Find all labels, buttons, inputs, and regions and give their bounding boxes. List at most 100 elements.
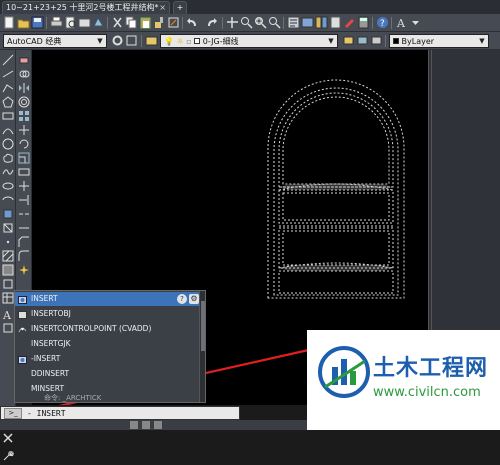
zoom-window-icon[interactable]	[254, 16, 267, 29]
new-tab-button[interactable]: +	[173, 1, 187, 14]
cut-icon[interactable]	[111, 16, 124, 29]
copy-icon[interactable]	[125, 16, 138, 29]
save-icon[interactable]	[31, 16, 44, 29]
layer-previous-icon[interactable]	[356, 34, 369, 47]
insert-block-icon[interactable]	[2, 208, 14, 220]
help-icon[interactable]: ?	[376, 16, 389, 29]
color-select[interactable]: ByLayer ▼	[389, 34, 489, 48]
text-style-icon[interactable]: A	[395, 16, 408, 29]
publish-icon[interactable]	[78, 16, 91, 29]
autocomplete-item[interactable]: DDINSERT	[15, 367, 201, 381]
make-block-icon[interactable]	[2, 222, 14, 234]
plot-icon[interactable]	[50, 16, 63, 29]
revision-cloud-icon[interactable]	[2, 152, 14, 164]
command-input[interactable]: - INSERT	[27, 408, 66, 420]
wrench-icon[interactable]	[2, 450, 14, 462]
layout-tab-icon[interactable]	[142, 421, 150, 429]
ellipse-icon[interactable]	[2, 180, 14, 192]
properties-icon[interactable]	[287, 16, 300, 29]
plot-preview-icon[interactable]	[64, 16, 77, 29]
command-line[interactable]: >_ - INSERT	[0, 406, 240, 420]
zoom-previous-icon[interactable]	[268, 16, 281, 29]
polyline-icon[interactable]	[2, 82, 14, 94]
add-selected-icon[interactable]	[2, 322, 14, 334]
rotate-icon[interactable]	[18, 138, 30, 150]
svg-text:?: ?	[380, 19, 385, 29]
match-properties-icon[interactable]	[153, 16, 166, 29]
autocomplete-scrollbar[interactable]	[199, 291, 205, 402]
trim-icon[interactable]	[18, 180, 30, 192]
ellipse-arc-icon[interactable]	[2, 194, 14, 206]
move-icon[interactable]	[18, 124, 30, 136]
pan-icon[interactable]	[226, 16, 239, 29]
join-icon[interactable]	[18, 222, 30, 234]
construction-line-icon[interactable]	[2, 68, 14, 80]
line-icon[interactable]	[2, 54, 14, 66]
watermark-title: 土木工程网	[373, 356, 489, 381]
calculator-icon[interactable]	[357, 16, 370, 29]
markup-icon[interactable]	[343, 16, 356, 29]
autocomplete-item[interactable]: INSERT ? ⚙	[15, 292, 201, 306]
toolbar-separator	[107, 17, 108, 29]
command-prompt-icon[interactable]: >_	[4, 408, 22, 419]
hatch-icon[interactable]	[2, 250, 14, 262]
point-icon[interactable]	[2, 236, 14, 248]
fillet-icon[interactable]	[18, 250, 30, 262]
paste-icon[interactable]	[139, 16, 152, 29]
rectangle-icon[interactable]	[2, 110, 14, 122]
workspace-select[interactable]: AutoCAD 经典 ▼	[3, 34, 107, 48]
open-file-icon[interactable]	[17, 16, 30, 29]
polygon-icon[interactable]	[2, 96, 14, 108]
new-file-icon[interactable]	[3, 16, 16, 29]
layer-select[interactable]: 💡 ☼ ▫ 0-JG-細线 ▼	[160, 34, 338, 48]
redo-icon[interactable]	[205, 16, 218, 29]
explode-icon[interactable]	[18, 264, 30, 276]
region-icon[interactable]	[2, 278, 14, 290]
layer-properties-icon[interactable]	[145, 34, 158, 47]
autocomplete-item[interactable]: INSERTCONTROLPOINT (CVADD)	[15, 322, 201, 336]
document-tab[interactable]: 10~21+23+25 十里河2号楼工程井结构* ×	[2, 1, 170, 14]
layer-state-icon[interactable]	[370, 34, 383, 47]
autocomplete-item[interactable]: -INSERT	[15, 352, 201, 366]
tool-palettes-icon[interactable]	[315, 16, 328, 29]
circle-icon[interactable]	[2, 138, 14, 150]
model-tab-icon[interactable]	[130, 421, 138, 429]
stretch-icon[interactable]	[18, 166, 30, 178]
chevron-down-icon: ▼	[479, 37, 485, 45]
offset-icon[interactable]	[18, 96, 30, 108]
array-icon[interactable]	[18, 110, 30, 122]
customize-icon[interactable]	[125, 34, 138, 47]
document-tab-bar: 10~21+23+25 十里河2号楼工程井结构* × +	[0, 0, 500, 14]
close-command-line-icon[interactable]	[2, 432, 14, 444]
gear-icon[interactable]: ⚙	[189, 294, 199, 304]
erase-icon[interactable]	[18, 54, 30, 66]
close-tab-icon[interactable]: ×	[159, 2, 166, 14]
scrollbar-thumb[interactable]	[201, 301, 205, 351]
3d-dwf-icon[interactable]	[92, 16, 105, 29]
dropdown-arrow-icon[interactable]	[409, 16, 422, 29]
extend-icon[interactable]	[18, 194, 30, 206]
insert-object-icon	[18, 310, 27, 319]
autocomplete-item[interactable]: INSERTGJK	[15, 337, 201, 351]
workspace-settings-icon[interactable]	[111, 34, 124, 47]
zoom-realtime-icon[interactable]	[240, 16, 253, 29]
make-current-layer-icon[interactable]	[342, 34, 355, 47]
break-icon[interactable]	[18, 208, 30, 220]
undo-icon[interactable]	[186, 16, 199, 29]
mirror-icon[interactable]	[18, 82, 30, 94]
sheet-set-icon[interactable]	[329, 16, 342, 29]
chamfer-icon[interactable]	[18, 236, 30, 248]
multiline-text-icon[interactable]: A	[2, 308, 14, 322]
autocomplete-item[interactable]: INSERTOBJ	[15, 307, 201, 321]
spline-icon[interactable]	[2, 166, 14, 178]
arc-icon[interactable]	[2, 124, 14, 136]
layout-tab-icon[interactable]	[154, 421, 162, 429]
design-center-icon[interactable]	[301, 16, 314, 29]
command-autocomplete-list: INSERT ? ⚙ INSERTOBJ INSERTCONTROLPOINT …	[14, 290, 206, 403]
table-icon[interactable]	[2, 292, 14, 304]
gradient-icon[interactable]	[2, 264, 14, 276]
copy-object-icon[interactable]	[18, 68, 30, 80]
block-editor-icon[interactable]	[167, 16, 180, 29]
scale-icon[interactable]	[18, 152, 30, 164]
help-icon[interactable]: ?	[177, 294, 187, 304]
